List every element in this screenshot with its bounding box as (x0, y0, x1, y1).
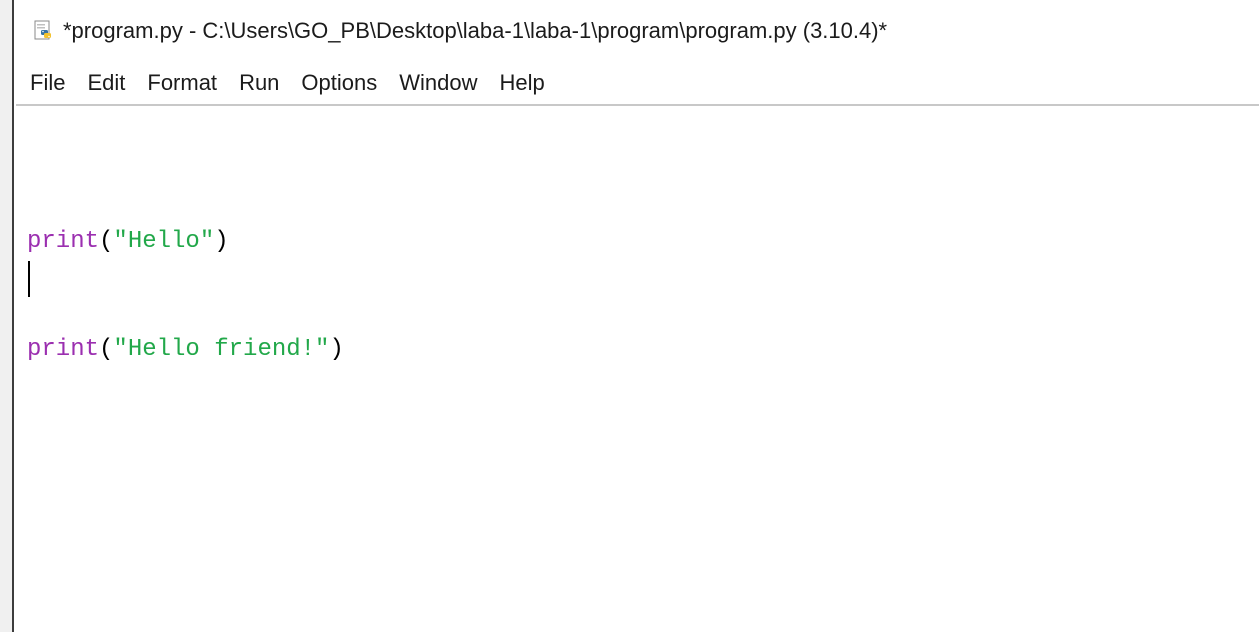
code-punctuation: ) (329, 336, 344, 363)
code-line[interactable]: print("Hello") (27, 224, 344, 260)
menu-options[interactable]: Options (290, 66, 388, 100)
menu-help[interactable]: Help (489, 66, 556, 100)
code-text[interactable]: print("Hello") print("Hello friend!") (27, 152, 344, 440)
code-punctuation: ( (99, 228, 114, 255)
code-punctuation: ( (99, 336, 114, 363)
code-editor[interactable]: print("Hello") print("Hello friend!") (16, 106, 1259, 632)
idle-editor-window: *program.py - C:\Users\GO_PB\Desktop\lab… (0, 0, 1259, 632)
python-file-icon (33, 20, 55, 42)
menu-edit[interactable]: Edit (76, 66, 136, 100)
title-bar[interactable]: *program.py - C:\Users\GO_PB\Desktop\lab… (16, 0, 1259, 62)
code-punctuation: ) (214, 228, 229, 255)
window-title: *program.py - C:\Users\GO_PB\Desktop\lab… (63, 18, 888, 43)
text-cursor (28, 261, 30, 297)
window-left-border (0, 0, 14, 632)
code-string: "Hello" (113, 228, 215, 255)
menu-file[interactable]: File (16, 66, 76, 100)
menu-window[interactable]: Window (388, 66, 488, 100)
code-keyword: print (27, 336, 100, 363)
menu-bar: File Edit Format Run Options Window Help (16, 62, 1259, 106)
menu-run[interactable]: Run (228, 66, 290, 100)
code-keyword: print (27, 228, 100, 255)
code-string: "Hello friend!" (113, 336, 330, 363)
code-line[interactable]: print("Hello friend!") (27, 332, 344, 368)
menu-format[interactable]: Format (136, 66, 228, 100)
